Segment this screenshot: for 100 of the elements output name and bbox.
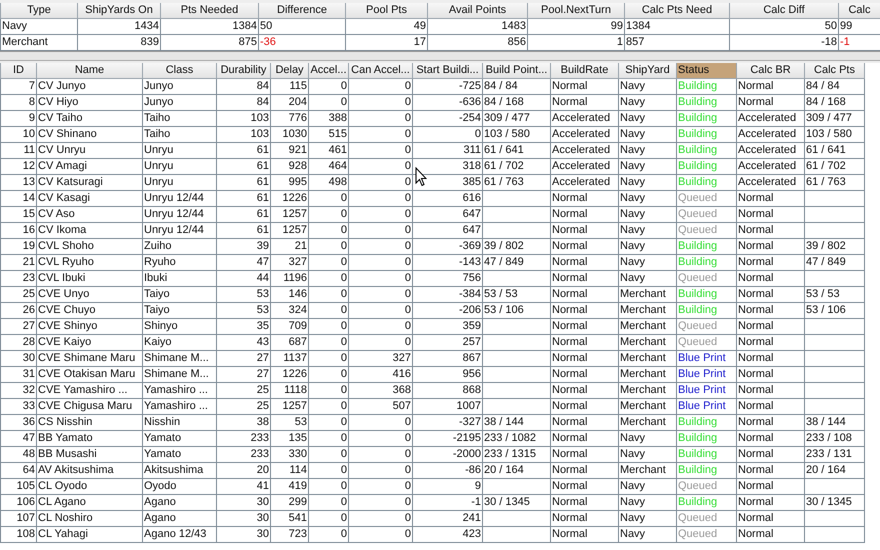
table-cell: 49	[346, 18, 428, 34]
table-cell: Navy	[618, 174, 676, 190]
column-header[interactable]: Name	[36, 63, 142, 78]
column-header[interactable]: Difference	[258, 3, 346, 18]
table-cell: 1226	[270, 190, 308, 206]
status-cell: Blue Print	[676, 366, 736, 382]
column-header[interactable]: Status	[676, 63, 736, 78]
table-cell: Normal	[550, 478, 618, 494]
column-header[interactable]: Avail Points	[428, 3, 528, 18]
table-cell: 257	[412, 334, 482, 350]
table-cell: 1384	[624, 18, 730, 34]
table-cell: Junyo	[142, 94, 216, 110]
table-cell: 776	[270, 110, 308, 126]
table-cell: Normal	[736, 94, 804, 110]
column-header[interactable]: Build Point...	[482, 63, 550, 78]
table-cell: 32	[0, 382, 36, 398]
table-cell: CL Oyodo	[36, 478, 142, 494]
column-header[interactable]: Calc Pts	[804, 63, 864, 78]
table-cell: 1030	[270, 126, 308, 142]
column-header[interactable]: ShipYard	[618, 63, 676, 78]
table-cell: 16	[0, 222, 36, 238]
table-cell: 39 / 802	[482, 238, 550, 254]
table-cell: -1	[838, 34, 880, 50]
column-header[interactable]: Pool Pts	[346, 3, 428, 18]
column-header[interactable]: Calc Diff	[730, 3, 838, 18]
status-cell: Building	[676, 446, 736, 462]
column-header[interactable]: BuildRate	[550, 63, 618, 78]
table-cell: 84	[216, 94, 270, 110]
pane-splitter[interactable]	[0, 52, 880, 61]
table-cell: CV Junyo	[36, 78, 142, 94]
table-cell: 0	[308, 286, 348, 302]
column-header[interactable]: Accel...	[308, 63, 348, 78]
table-cell: 53 / 53	[482, 286, 550, 302]
column-header[interactable]: Class	[142, 63, 216, 78]
table-cell: 0	[308, 206, 348, 222]
column-header[interactable]: Pts Needed	[160, 3, 258, 18]
table-cell: Normal	[736, 318, 804, 334]
table-cell: Oyodo	[142, 478, 216, 494]
table-cell: Unryu	[142, 158, 216, 174]
table-cell: 38 / 144	[804, 414, 864, 430]
table-cell: 0	[348, 446, 412, 462]
column-header[interactable]: Start Buildi...	[412, 63, 482, 78]
column-header[interactable]: ShipYards On	[78, 3, 160, 18]
table-cell: 103	[216, 110, 270, 126]
table-cell: Normal	[550, 350, 618, 366]
table-cell: Normal	[736, 302, 804, 318]
table-cell: Normal	[736, 350, 804, 366]
table-cell: 723	[270, 526, 308, 542]
table-cell: Navy	[618, 158, 676, 174]
table-cell: Navy	[618, 494, 676, 510]
table-cell: 541	[270, 510, 308, 526]
table-cell: 50	[258, 18, 346, 34]
table-cell: -254	[412, 110, 482, 126]
table-cell: Junyo	[142, 78, 216, 94]
table-cell: CVE Yamashiro ...	[36, 382, 142, 398]
table-cell: 1434	[78, 18, 160, 34]
column-header[interactable]: Pool.NextTurn	[528, 3, 624, 18]
column-header[interactable]: Calc Pts Need	[624, 3, 730, 18]
table-cell: CVE Shinyo	[36, 318, 142, 334]
table-cell: 498	[308, 174, 348, 190]
table-cell: CL Noshiro	[36, 510, 142, 526]
column-header[interactable]: Calc BR	[736, 63, 804, 78]
table-cell: Normal	[736, 414, 804, 430]
table-cell: Agano 12/43	[142, 526, 216, 542]
status-cell: Queued	[676, 478, 736, 494]
table-cell: 0	[308, 254, 348, 270]
table-cell: 0	[348, 286, 412, 302]
table-cell: CS Nisshin	[36, 414, 142, 430]
table-cell: Normal	[550, 414, 618, 430]
table-cell: 61 / 641	[804, 142, 864, 158]
table-cell: CL Agano	[36, 494, 142, 510]
table-cell: 0	[348, 94, 412, 110]
table-cell: Normal	[550, 286, 618, 302]
table-cell: 38 / 144	[482, 414, 550, 430]
column-header[interactable]: Delay	[270, 63, 308, 78]
table-cell: 995	[270, 174, 308, 190]
table-cell: 20 / 164	[804, 462, 864, 478]
table-cell: 146	[270, 286, 308, 302]
column-header[interactable]: ID	[0, 63, 36, 78]
table-cell: 61	[216, 222, 270, 238]
table-cell: 1257	[270, 398, 308, 414]
column-header[interactable]: Calc	[838, 3, 880, 18]
table-cell: 53 / 53	[804, 286, 864, 302]
table-cell: 30 / 1345	[804, 494, 864, 510]
column-header[interactable]: Durability	[216, 63, 270, 78]
table-cell: Normal	[736, 238, 804, 254]
mouse-cursor-icon	[415, 167, 427, 187]
column-header[interactable]: Type	[0, 3, 78, 18]
table-cell: 0	[348, 334, 412, 350]
table-cell: Taiyo	[142, 302, 216, 318]
table-cell: 1257	[270, 206, 308, 222]
status-cell: Building	[676, 254, 736, 270]
table-cell: 507	[348, 398, 412, 414]
status-cell: Queued	[676, 190, 736, 206]
status-cell: Building	[676, 462, 736, 478]
column-header[interactable]: Can Accel...	[348, 63, 412, 78]
table-cell: 53 / 106	[482, 302, 550, 318]
table-cell: 106	[0, 494, 36, 510]
table-cell: Taiyo	[142, 286, 216, 302]
table-cell: 856	[428, 34, 528, 50]
